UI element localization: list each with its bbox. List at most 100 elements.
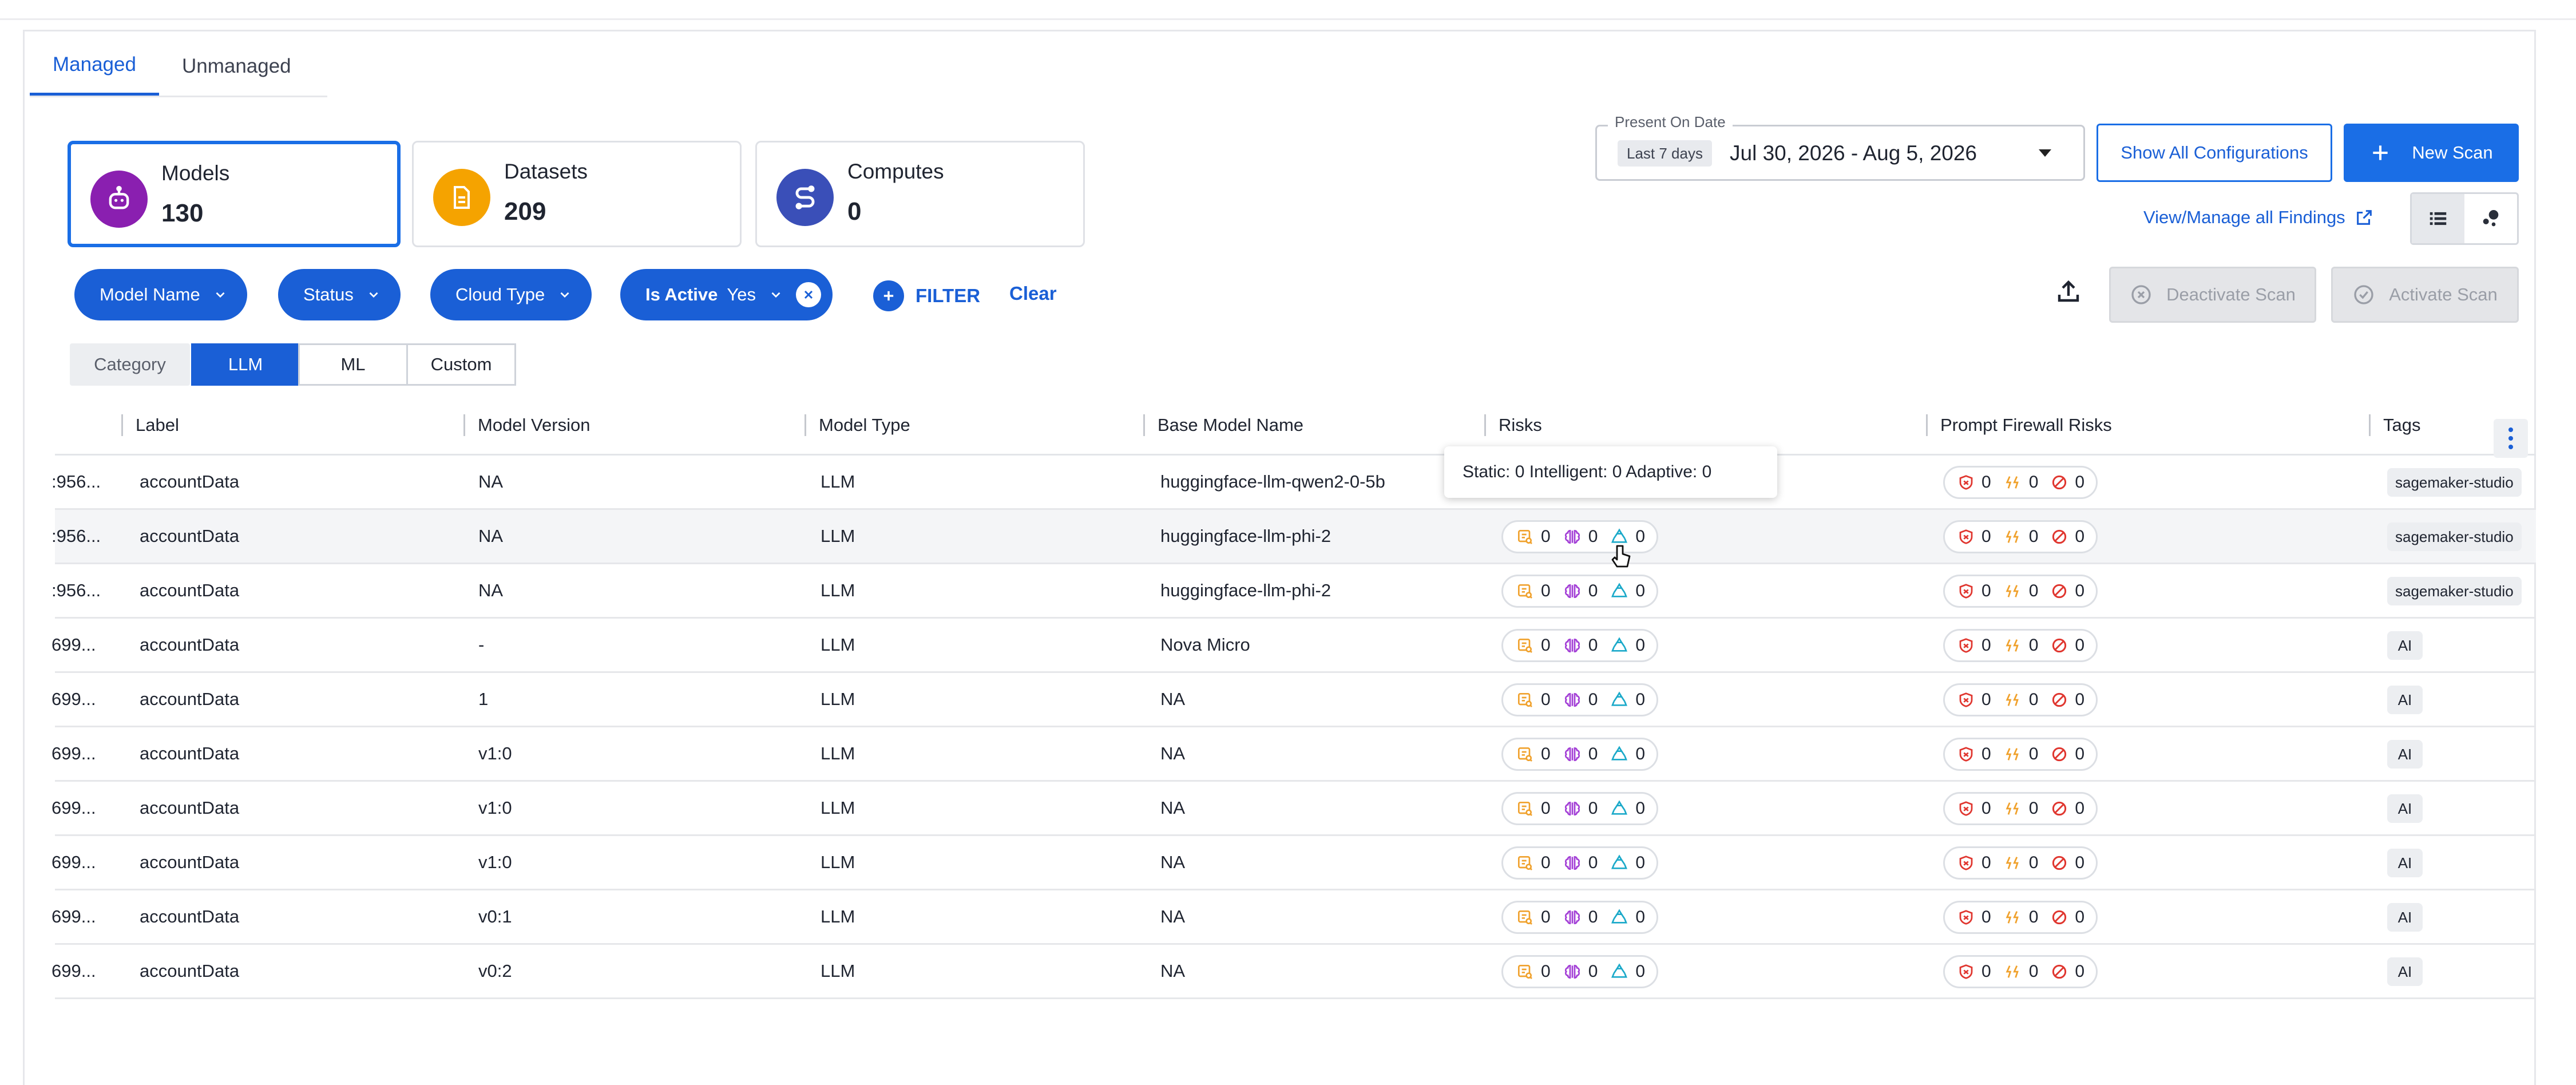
prompt-firewall-risks-pill[interactable]: 000 <box>1943 955 2098 988</box>
risks-pill[interactable]: 000 <box>1501 738 1659 771</box>
filter-chip-label: Model Name <box>100 284 200 304</box>
column-header-risks[interactable]: Risks <box>1484 414 1542 436</box>
column-header-base-model-name[interactable]: Base Model Name <box>1143 414 1303 436</box>
shield-icon: 0 <box>1957 853 1991 873</box>
cell-id: 699... <box>51 743 96 763</box>
table-row[interactable]: :956... accountData NA LLM huggingface-llm-p… <box>51 564 2536 619</box>
cell-model-version: - <box>478 635 485 655</box>
prompt-firewall-risks-pill[interactable]: 000 <box>1943 520 2098 553</box>
cell-model-type: LLM <box>821 906 855 926</box>
filter-chip-label: Status <box>303 284 354 304</box>
shield-icon: 0 <box>1957 690 1991 710</box>
cell-id: 699... <box>51 798 96 818</box>
asset-card-title: Datasets <box>504 160 588 183</box>
asset-card-count: 209 <box>504 197 546 225</box>
cell-base-model-name: NA <box>1160 961 1186 981</box>
risks-pill[interactable]: 000 <box>1501 520 1659 553</box>
deactivate-scan-label: Deactivate Scan <box>2166 284 2296 304</box>
show-all-configurations-button[interactable]: Show All Configurations <box>2097 124 2332 182</box>
intelligent-risk-icon: 0 <box>1563 690 1598 710</box>
tab-managed[interactable]: Managed <box>30 37 159 96</box>
plus-icon <box>873 280 904 311</box>
category-option-custom[interactable]: Custom <box>406 343 516 386</box>
cell-id: 699... <box>51 852 96 872</box>
date-preset-badge: Last 7 days <box>1618 140 1712 167</box>
view-toggle <box>2410 192 2519 245</box>
view-manage-findings-link[interactable]: View/Manage all Findings <box>2143 207 2374 228</box>
shield-icon: 0 <box>1957 962 1991 981</box>
cell-model-version: v1:0 <box>478 743 512 763</box>
prompt-firewall-risks-pill[interactable]: 000 <box>1943 629 2098 662</box>
chevron-down-icon <box>557 287 572 302</box>
asset-card-models[interactable]: Models 130 <box>68 141 401 247</box>
clear-filters-link[interactable]: Clear <box>1009 283 1057 304</box>
static-risk-icon: 0 <box>1516 690 1551 710</box>
clear-filter-icon[interactable] <box>795 282 821 307</box>
bolt-icon: 0 <box>2004 908 2038 927</box>
activate-scan-button[interactable]: Activate Scan <box>2331 267 2519 323</box>
category-option-llm[interactable]: LLM <box>191 343 300 386</box>
intelligent-risk-icon: 0 <box>1563 962 1598 981</box>
new-scan-button[interactable]: New Scan <box>2344 124 2519 182</box>
deactivate-scan-button[interactable]: Deactivate Scan <box>2109 267 2316 323</box>
filter-chip-cloud-type[interactable]: Cloud Type <box>430 269 592 320</box>
add-filter-button[interactable]: FILTER <box>873 280 980 311</box>
column-header-tags[interactable]: Tags <box>2369 414 2420 436</box>
cell-model-type: LLM <box>821 798 855 818</box>
cell-label: accountData <box>140 689 240 709</box>
table-row[interactable]: 699... accountData v1:0 LLM NA 0 0 0 0 0 0 AI <box>51 836 2536 890</box>
table-row[interactable]: 699... accountData 1 LLM NA 0 0 0 0 0 0 AI <box>51 673 2536 727</box>
shield-icon: 0 <box>1957 636 1991 655</box>
prompt-firewall-risks-pill[interactable]: 000 <box>1943 792 2098 825</box>
risks-pill[interactable]: 000 <box>1501 901 1659 934</box>
filter-chip-status[interactable]: Status <box>278 269 401 320</box>
table-row[interactable]: :956... accountData NA LLM huggingface-llm-q… <box>51 456 2536 510</box>
filter-chip-is-active[interactable]: Is Active Yes <box>620 269 833 320</box>
prompt-firewall-risks-pill[interactable]: 000 <box>1943 683 2098 716</box>
column-header-model-version[interactable]: Model Version <box>463 414 590 436</box>
cell-model-version: v0:1 <box>478 906 512 926</box>
adaptive-risk-icon: 0 <box>1610 962 1645 981</box>
category-label: Category <box>70 343 190 386</box>
prompt-firewall-risks-pill[interactable]: 000 <box>1943 901 2098 934</box>
risks-pill[interactable]: 000 <box>1501 683 1659 716</box>
table-row[interactable]: :956... accountData NA LLM huggingface-llm-p… <box>51 510 2536 564</box>
intelligent-risk-icon: 0 <box>1563 636 1598 655</box>
table-row[interactable]: 699... accountData v1:0 LLM NA 0 0 0 0 0 0 AI <box>51 727 2536 782</box>
risks-pill[interactable]: 000 <box>1501 955 1659 988</box>
asset-card-computes[interactable]: Computes 0 <box>755 141 1085 247</box>
list-view-icon[interactable] <box>2412 194 2464 243</box>
table-row[interactable]: 699... accountData v0:2 LLM NA 0 0 0 0 0 0 AI <box>51 945 2536 999</box>
cell-model-version: NA <box>478 580 504 600</box>
risks-pill[interactable]: 000 <box>1501 846 1659 880</box>
risks-pill[interactable]: 000 <box>1501 629 1659 662</box>
cell-model-version: v1:0 <box>478 798 512 818</box>
risks-pill[interactable]: 000 <box>1501 792 1659 825</box>
table-row[interactable]: 699... accountData v0:1 LLM NA 0 0 0 0 0 0 AI <box>51 890 2536 945</box>
cell-base-model-name: NA <box>1160 906 1186 926</box>
category-option-ml[interactable]: ML <box>298 343 408 386</box>
tab-unmanaged[interactable]: Unmanaged <box>159 37 314 96</box>
asset-card-count: 0 <box>847 197 862 225</box>
risks-pill[interactable]: 000 <box>1501 575 1659 608</box>
column-header-label[interactable]: Label <box>121 414 179 436</box>
date-range-picker[interactable]: Last 7 days Jul 30, 2026 - Aug 5, 2026 <box>1595 125 2085 181</box>
column-header-model-type[interactable]: Model Type <box>804 414 910 436</box>
cell-model-version: NA <box>478 472 504 492</box>
prompt-firewall-risks-pill[interactable]: 000 <box>1943 846 2098 880</box>
filter-chip-model-name[interactable]: Model Name <box>74 269 247 320</box>
asset-card-datasets[interactable]: Datasets 209 <box>412 141 742 247</box>
findings-link-label: View/Manage all Findings <box>2143 207 2345 227</box>
column-header-prompt-firewall-risks[interactable]: Prompt Firewall Risks <box>1926 414 2112 436</box>
static-risk-icon: 0 <box>1516 581 1551 601</box>
bubble-view-icon[interactable] <box>2464 194 2517 243</box>
column-settings-kebab-icon[interactable] <box>2494 419 2528 458</box>
upload-icon[interactable] <box>2048 271 2088 311</box>
prompt-firewall-risks-pill[interactable]: 000 <box>1943 738 2098 771</box>
table-row[interactable]: 699... accountData - LLM Nova Micro 0 0 0 0 0 0 AI <box>51 619 2536 673</box>
table-row[interactable]: 699... accountData v1:0 LLM NA 0 0 0 0 0 0 AI <box>51 782 2536 836</box>
prompt-firewall-risks-pill[interactable]: 000 <box>1943 575 2098 608</box>
block-icon: 0 <box>2051 473 2084 492</box>
bolt-icon: 0 <box>2004 690 2038 710</box>
prompt-firewall-risks-pill[interactable]: 000 <box>1943 466 2098 499</box>
